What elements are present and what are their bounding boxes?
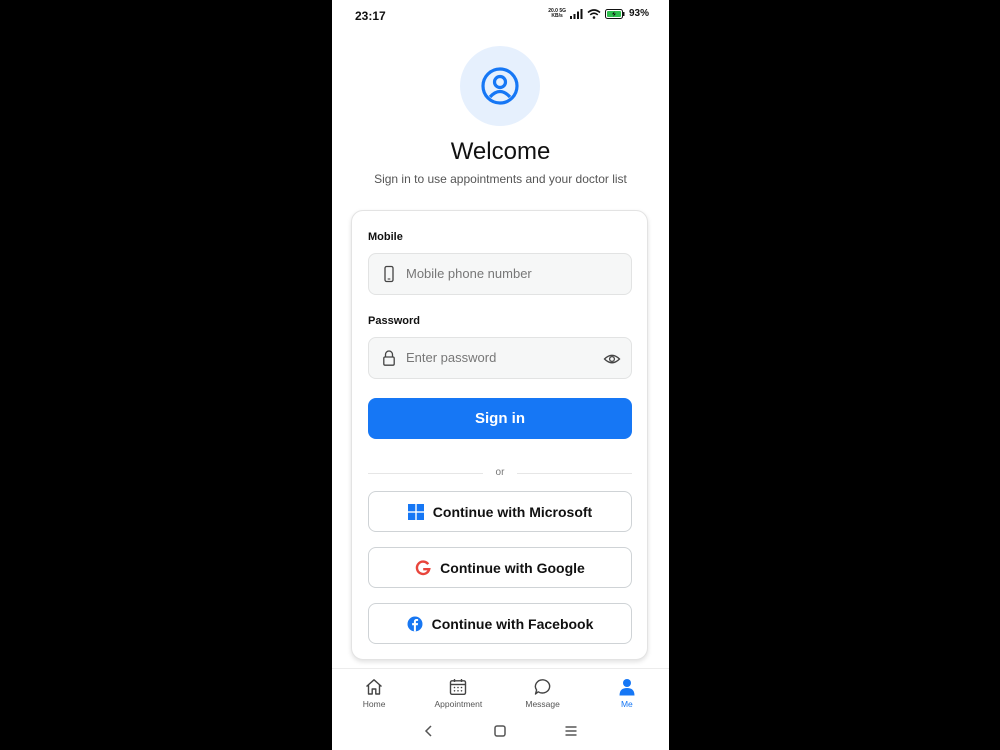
battery-icon xyxy=(604,8,625,19)
facebook-button[interactable]: Continue with Facebook xyxy=(368,603,632,644)
eye-icon[interactable] xyxy=(603,350,621,368)
tab-me[interactable]: Me xyxy=(585,669,669,715)
menu-icon[interactable] xyxy=(564,724,578,738)
divider-text: or xyxy=(495,467,505,478)
chat-bubble-icon xyxy=(534,679,550,695)
home-square-icon[interactable] xyxy=(493,724,507,738)
tab-home-label: Home xyxy=(362,699,386,709)
signal-icon xyxy=(569,8,583,19)
mobile-label: Mobile xyxy=(368,231,403,243)
tab-appointment[interactable]: Appointment xyxy=(416,669,500,715)
tab-appointment-label: Appointment xyxy=(434,699,483,709)
avatar xyxy=(460,46,540,126)
facebook-logo-icon xyxy=(407,616,423,631)
microsoft-button-label: Continue with Microsoft xyxy=(432,503,593,520)
calendar-icon xyxy=(450,679,467,695)
microsoft-logo-icon xyxy=(407,503,424,520)
wifi-icon xyxy=(587,8,601,19)
lock-icon xyxy=(383,350,395,366)
password-placeholder: Enter password xyxy=(406,350,497,365)
system-nav-bar xyxy=(332,718,669,744)
mobile-field[interactable]: Mobile phone number xyxy=(368,253,632,295)
google-logo-icon xyxy=(415,559,431,575)
back-icon[interactable] xyxy=(422,724,436,738)
app-screen: 23:17 20.0 5G KB/s 93% Welcome Sign in t… xyxy=(332,0,669,750)
tab-message[interactable]: Message xyxy=(501,669,585,715)
tab-message-label: Message xyxy=(525,699,560,709)
home-icon xyxy=(366,679,383,695)
page-subtitle: Sign in to use appointments and your doc… xyxy=(374,172,627,186)
mobile-placeholder: Mobile phone number xyxy=(406,266,532,281)
battery-percent: 93% xyxy=(628,8,649,19)
page-title: Welcome xyxy=(450,138,551,165)
user-circle-icon xyxy=(481,67,519,105)
status-time: 23:17 xyxy=(355,9,386,23)
google-button[interactable]: Continue with Google xyxy=(368,547,632,588)
google-button-label: Continue with Google xyxy=(440,559,585,576)
person-icon xyxy=(619,679,635,696)
tab-home[interactable]: Home xyxy=(332,669,416,715)
password-label: Password xyxy=(368,315,420,327)
sign-in-button[interactable]: Sign in xyxy=(368,398,632,439)
microsoft-button[interactable]: Continue with Microsoft xyxy=(368,491,632,532)
status-icons: 20.0 5G KB/s 93% xyxy=(548,8,649,19)
facebook-button-label: Continue with Facebook xyxy=(431,615,594,632)
network-speed: 20.0 5G KB/s xyxy=(548,7,566,19)
bottom-tab-bar: Home Appointment Message Me xyxy=(332,668,669,715)
password-field[interactable]: Enter password xyxy=(368,337,632,379)
or-divider: or xyxy=(368,467,632,479)
tab-me-label: Me xyxy=(620,699,633,709)
status-bar: 23:17 20.0 5G KB/s 93% xyxy=(332,0,669,30)
login-card: Mobile Mobile phone number Password Ente… xyxy=(351,210,648,660)
phone-icon xyxy=(384,265,394,283)
